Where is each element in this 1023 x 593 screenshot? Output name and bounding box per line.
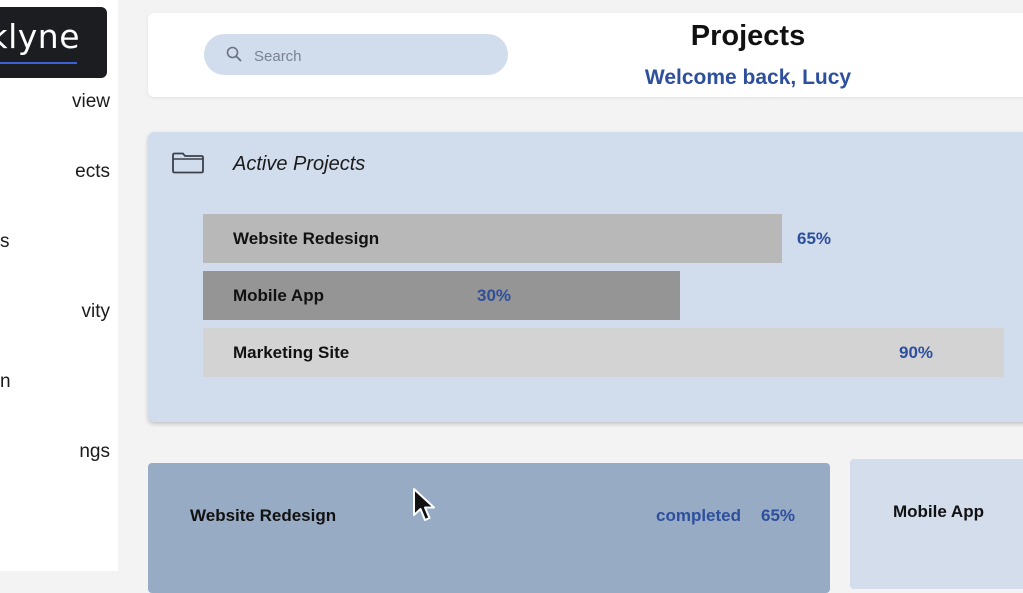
search-bar[interactable] [204, 34, 508, 75]
project-card-status: completed [656, 506, 742, 525]
sidebar-item-activity[interactable]: vity [0, 301, 111, 323]
logo-underline [0, 62, 77, 64]
project-card-name: Mobile App [893, 502, 984, 521]
logo[interactable]: klyne [0, 7, 107, 78]
sidebar-item-label: s [0, 231, 10, 252]
project-progress-label: 90% [899, 343, 934, 362]
project-name: Marketing Site [233, 343, 350, 362]
search-icon [226, 46, 242, 62]
sidebar-item-label: ects [75, 161, 110, 182]
project-progress-bar[interactable]: Mobile App 30% [203, 271, 680, 320]
sidebar-item-label: ngs [79, 441, 110, 462]
project-name: Mobile App [233, 286, 324, 305]
project-progress-bar[interactable]: Website Redesign 65% [203, 214, 831, 263]
project-card-name: Website Redesign [190, 506, 337, 525]
sidebar-item-5[interactable]: n [0, 371, 118, 393]
sidebar-item-label: view [71, 91, 110, 112]
sidebar: klyne view ects s vity n ngs [0, 0, 118, 571]
active-projects-title: Active Projects [233, 153, 366, 175]
active-projects-panel: Active Projects Website Redesign 65% Mob… [148, 132, 1023, 422]
project-card-progress: 65% [761, 506, 796, 525]
sidebar-item-overview[interactable]: view [0, 91, 110, 113]
sidebar-item-label: n [0, 371, 11, 392]
project-name: Website Redesign [233, 229, 380, 248]
search-input[interactable] [252, 44, 496, 68]
sidebar-item-settings[interactable]: ngs [0, 441, 110, 463]
sidebar-item-projects[interactable]: ects [0, 161, 110, 183]
folder-icon [172, 152, 204, 174]
sidebar-item-3[interactable]: s [0, 231, 118, 253]
mouse-cursor-icon [413, 488, 435, 521]
logo-text: klyne [0, 17, 80, 56]
sidebar-item-label: vity [81, 301, 111, 322]
project-progress-bar[interactable]: Marketing Site 90% [203, 328, 1004, 377]
welcome-message: Welcome back, Lucy [644, 66, 852, 89]
project-progress-label: 30% [477, 286, 512, 305]
project-card[interactable]: Mobile App [850, 459, 1023, 589]
project-card[interactable]: Website Redesign completed 65% [148, 463, 830, 593]
page-title: Projects [690, 20, 806, 52]
header: Projects Welcome back, Lucy [148, 13, 1023, 97]
project-progress-label: 65% [797, 229, 832, 248]
